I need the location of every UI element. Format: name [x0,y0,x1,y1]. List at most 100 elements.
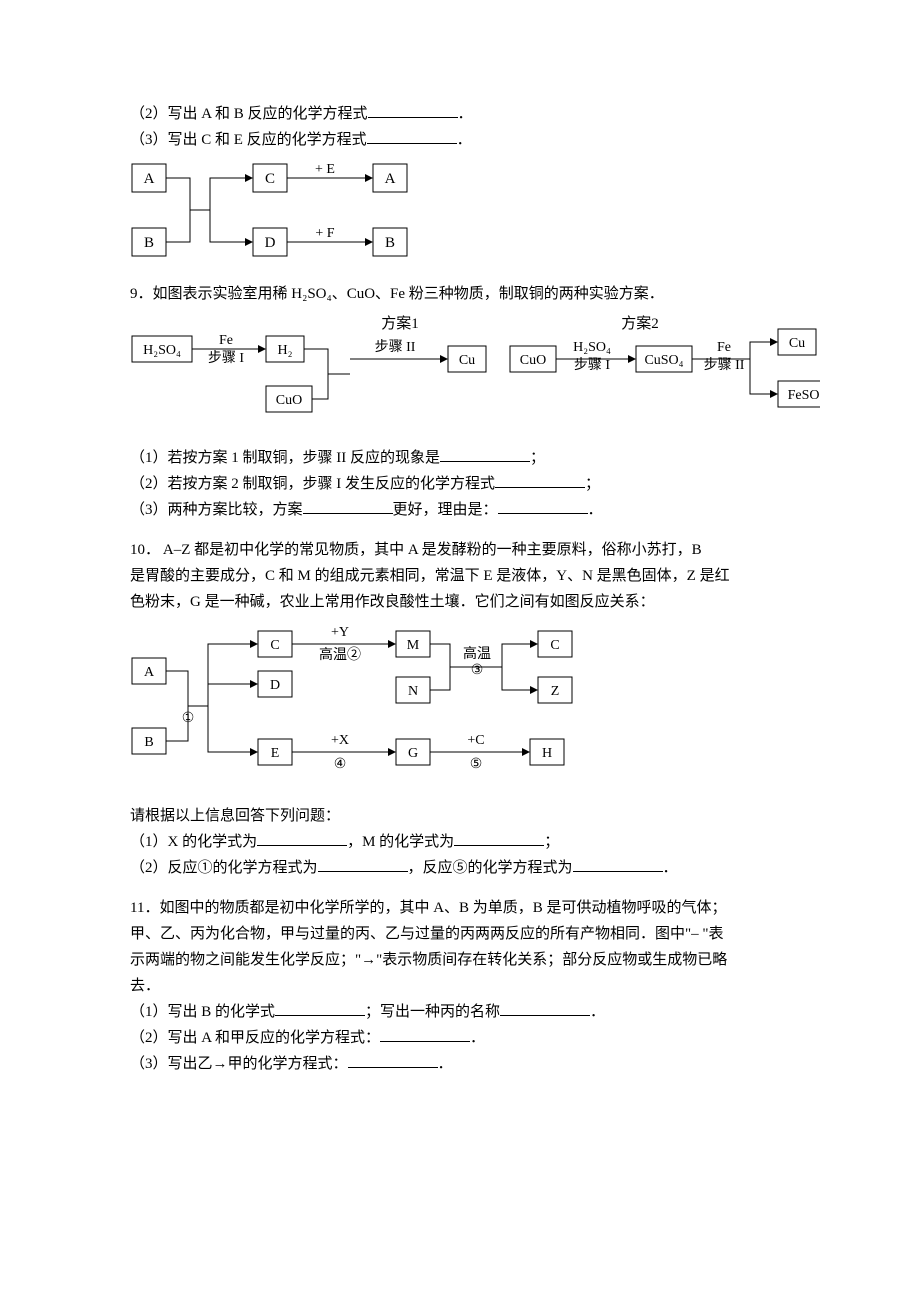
q9-CuO1: CuO [276,393,302,408]
q9-p2-blank[interactable] [495,472,585,488]
q10-p1b: ，M 的化学式为 [347,834,454,850]
q11-l1: 11．如图中的物质都是初中化学所学的，其中 A、B 为单质，B 是可供动植物呼吸… [130,896,790,920]
q9-step2a: 步骤 II [375,339,416,355]
q8-p3-blank[interactable] [367,128,457,144]
q10-p2-blank2[interactable] [573,856,663,872]
q9-Cu1: Cu [459,353,475,368]
q10-D: D [270,678,280,693]
q11-l2: 甲、乙、丙为化合物，甲与过量的丙、乙与过量的丙两两反应的所有产物相同．图中"– … [130,922,790,946]
q9-p3b: 更好，理由是： [393,502,498,518]
q9-H2SO4b: H₂SO₄ [573,340,611,355]
q9-p2: （2）若按方案 2 制取铜，步骤 I 发生反应的化学方程式 ； [130,472,790,496]
q8-diagram: A B C D + E A + F B [130,160,790,268]
q11-p2-text: （2）写出 A 和甲反应的化学方程式： [130,1030,380,1046]
q8-plusF: + F [315,226,334,241]
q9-p3-blank2[interactable] [498,498,588,514]
q10-Z: Z [551,684,560,699]
q10-p2b: ，反应⑤的化学方程式为 [408,860,573,876]
q10-plusX: +X [331,733,349,748]
q8-box-B: B [144,235,154,251]
q9-plan1: 方案1 [381,314,419,332]
q10-p1-blank1[interactable] [257,830,347,846]
q9-FeSO4: FeSO₄ [788,388,820,403]
q10-p2a: （2）反应①的化学方程式为 [130,860,318,876]
q9-p1: （1）若按方案 1 制取铜，步骤 II 反应的现象是 ； [130,446,790,470]
q9-Cu2: Cu [789,336,805,351]
q8-box-D: D [265,235,276,251]
q10-after: 请根据以上信息回答下列问题： [130,804,790,828]
q8-box-C: C [265,171,275,187]
q10-p1a: （1）X 的化学式为 [130,834,257,850]
q10-A: A [144,665,155,680]
q9-p1-semi: ； [530,450,545,466]
q10-p1: （1）X 的化学式为 ，M 的化学式为 ； [130,830,790,854]
q11-p1b: ；写出一种丙的名称 [365,1004,500,1020]
q9-Fe2: Fe [717,340,731,355]
q11-p1: （1）写出 B 的化学式 ；写出一种丙的名称 ． [130,1000,790,1024]
q10-intro2: 是胃酸的主要成分，C 和 M 的组成元素相同，常温下 E 是液体，Y、N 是黑色… [130,564,790,588]
q9-H2: H₂ [278,343,293,358]
q10-four: ④ [334,757,347,772]
q10-diagram: A B ① C D E +Y 高温② M N [130,622,650,790]
q8-box-Aright: A [385,171,396,187]
q8-p2-blank[interactable] [368,102,458,118]
q8-p2: （2）写出 A 和 B 反应的化学方程式 ． [130,102,790,126]
q8-p2-period: ． [458,106,473,122]
q10-C: C [270,638,279,653]
q9-intro: 9．如图表示实验室用稀 H₂SO₄、CuO、Fe 粉三种物质，制取铜的两种实验方… [130,282,790,306]
q9-plan2: 方案2 [621,314,659,332]
q10-p2-blank1[interactable] [318,856,408,872]
q10-M: M [407,638,420,653]
q8-box-Bright: B [385,235,395,251]
q11-p1c: ． [590,1004,605,1020]
q11-l4: 去． [130,974,790,998]
q11-l3: 示两端的物之间能发生化学反应；"→"表示物质间存在转化关系；部分反应物或生成物已… [130,948,790,972]
q11-p2-blank[interactable] [380,1026,470,1042]
q10-plusY: +Y [331,625,349,640]
q10-five: ⑤ [470,757,483,772]
q10-intro3: 色粉末，G 是一种碱，农业上常用作改良酸性土壤．它们之间有如图反应关系： [130,590,790,614]
q9-p3-blank1[interactable] [303,498,393,514]
q9-p3: （3）两种方案比较，方案 更好，理由是： ． [130,498,790,522]
q9-step1: 步骤 I [208,350,244,366]
q9-p2-semi: ； [585,476,600,492]
q11-p3-period: ． [438,1056,453,1072]
q11-p1a: （1）写出 B 的化学式 [130,1004,275,1020]
q9-H2SO4: H₂SO₄ [143,343,181,358]
q10-p2: （2）反应①的化学方程式为 ，反应⑤的化学方程式为 ． [130,856,790,880]
q11-p1-blank2[interactable] [500,1000,590,1016]
q9-p3-period: ． [588,502,603,518]
q8-p3: （3）写出 C 和 E 反应的化学方程式． [130,128,790,152]
q10-p1c: ； [544,834,559,850]
q9-p3a: （3）两种方案比较，方案 [130,502,303,518]
q9-CuO2: CuO [520,353,546,368]
q11-p3-blank[interactable] [348,1052,438,1068]
q9-CuSO4: CuSO₄ [644,353,683,368]
q8-p3-period: ． [457,132,472,148]
q9-p1-text: （1）若按方案 1 制取铜，步骤 II 反应的现象是 [130,450,440,466]
q10-hi3b: ③ [471,663,484,678]
q10-B: B [144,735,153,750]
q10-H: H [542,746,552,761]
q10-one: ① [182,711,195,726]
q8-plusE: + E [315,162,335,177]
q9-diagram: 方案1 方案2 H₂SO₄ Fe 步骤 I H₂ CuO 步骤 II Cu Cu… [130,314,820,432]
q10-E: E [271,746,280,761]
q10-intro1: 10． A–Z 都是初中化学的常见物质，其中 A 是发酵粉的一种主要原料，俗称小… [130,538,790,562]
q11-p2-period: ． [470,1030,485,1046]
q11-p2: （2）写出 A 和甲反应的化学方程式： ． [130,1026,790,1050]
q10-hi2: 高温② [319,646,361,663]
q9-p1-blank[interactable] [440,446,530,462]
q11-p3: （3）写出乙→甲的化学方程式： ． [130,1052,790,1076]
q9-Fe: Fe [219,333,233,348]
q8-p2-text: （2）写出 A 和 B 反应的化学方程式 [130,106,368,122]
q10-p1-blank2[interactable] [454,830,544,846]
q10-N: N [408,684,418,699]
q10-p2c: ． [663,860,678,876]
q11-p3-text: （3）写出乙→甲的化学方程式： [130,1056,348,1072]
q10-hi3a: 高温 [463,645,491,662]
q9-p2-text: （2）若按方案 2 制取铜，步骤 I 发生反应的化学方程式 [130,476,495,492]
q10-Cprime: C [550,638,559,653]
q11-p1-blank1[interactable] [275,1000,365,1016]
q8-box-A: A [144,171,155,187]
